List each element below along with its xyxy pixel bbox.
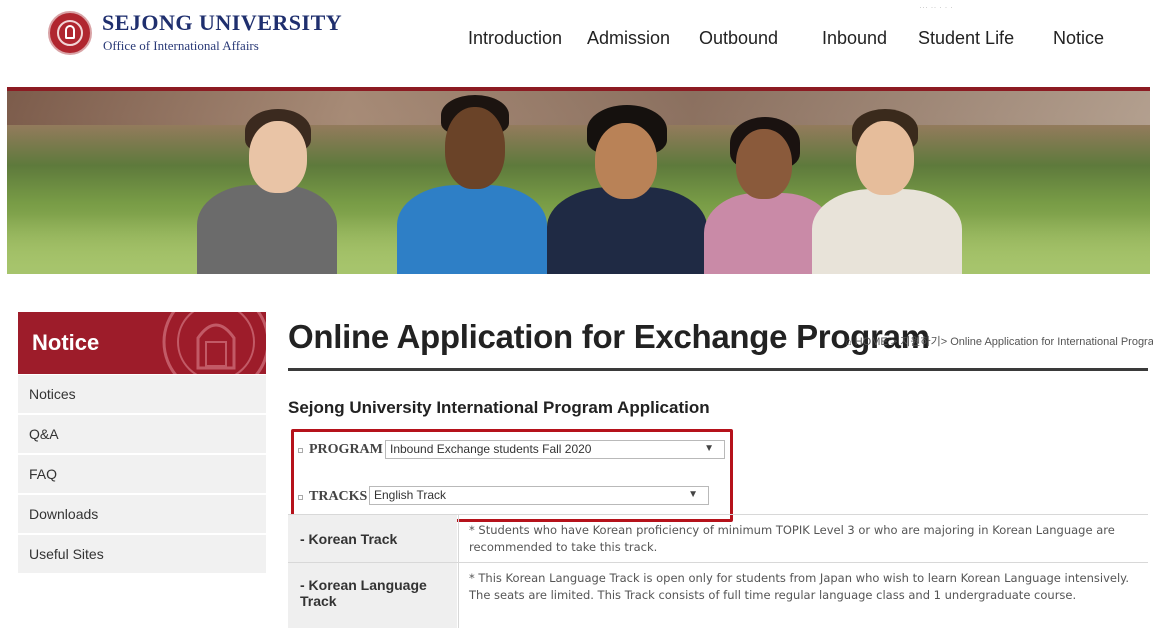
breadcrumb-text[interactable]: HOME > 지원하기> Online Application for Inte… <box>855 336 1153 348</box>
breadcrumb: ⌂ HOME > 지원하기> Online Application for In… <box>845 333 1153 349</box>
track-name: - Korean Language Track <box>300 577 427 609</box>
section-title: Sejong University International Program … <box>288 398 710 417</box>
track-description: * This Korean Language Track is open onl… <box>469 571 1129 602</box>
header-faint-links: ··· ·· · · · <box>919 2 953 12</box>
sidebar-item-useful-sites[interactable]: Useful Sites <box>18 535 266 574</box>
brand-subtitle: Office of International Affairs <box>103 38 259 53</box>
sidebar-item-notices[interactable]: Notices <box>18 375 266 414</box>
sidebar-item-label: Q&A <box>29 426 59 442</box>
track-name-cell: - Korean Track <box>288 515 457 563</box>
sidebar-item-label: Useful Sites <box>29 546 104 562</box>
nav-student-life[interactable]: Student Life <box>918 28 1014 49</box>
university-seal-icon[interactable] <box>48 11 92 55</box>
title-divider <box>288 368 1148 371</box>
track-description-cell: * This Korean Language Track is open onl… <box>458 563 1149 628</box>
sidebar-title: Notice <box>32 330 100 355</box>
sidebar-item-downloads[interactable]: Downloads <box>18 495 266 534</box>
nav-inbound[interactable]: Inbound <box>822 28 887 49</box>
highlight-box <box>291 429 733 522</box>
sidebar-item-faq[interactable]: FAQ <box>18 455 266 494</box>
page-title: Online Application for Exchange Program <box>288 318 930 355</box>
sidebar-item-label: FAQ <box>29 466 58 482</box>
track-description: * Students who have Korean proficiency o… <box>469 523 1115 554</box>
track-name-cell: - Korean Language Track <box>288 563 457 628</box>
agape-seal-icon <box>162 312 266 374</box>
nav-introduction[interactable]: Introduction <box>468 28 562 49</box>
sidebar-item-label: Notices <box>29 386 76 402</box>
track-description-cell: * Students who have Korean proficiency o… <box>458 515 1149 563</box>
nav-outbound[interactable]: Outbound <box>699 28 778 49</box>
table-row: - Korean Language Track * This Korean La… <box>288 562 1148 628</box>
table-row: - Korean Track * Students who have Korea… <box>288 514 1148 563</box>
nav-admission[interactable]: Admission <box>587 28 670 49</box>
home-icon[interactable]: ⌂ <box>845 336 852 348</box>
hero-banner-image <box>7 87 1150 274</box>
track-name: - Korean Track <box>300 531 398 547</box>
nav-notice[interactable]: Notice <box>1053 28 1104 49</box>
sidebar-item-label: Downloads <box>29 506 99 522</box>
sidebar-header: Notice <box>18 312 266 374</box>
sidebar-item-qa[interactable]: Q&A <box>18 415 266 454</box>
site-header: SEJONG UNIVERSITY Office of Internationa… <box>0 0 1153 84</box>
brand-title[interactable]: SEJONG UNIVERSITY <box>102 10 342 36</box>
